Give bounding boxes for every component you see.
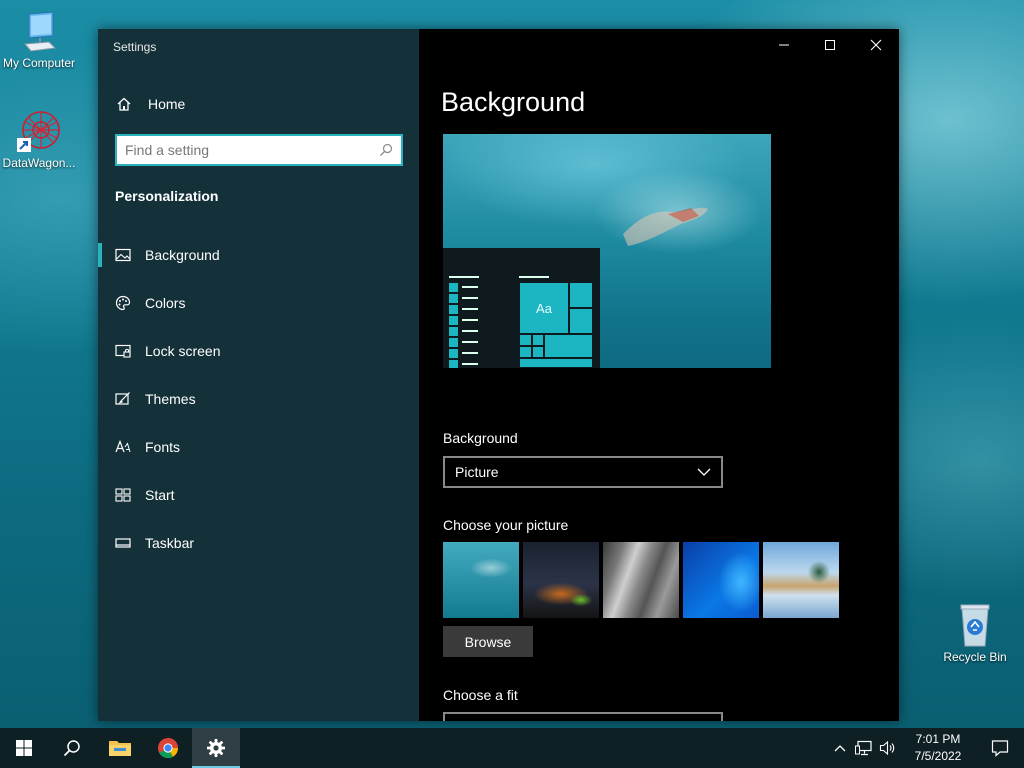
close-icon: [870, 39, 882, 51]
background-dropdown[interactable]: Picture: [443, 456, 723, 488]
section-title: Personalization: [115, 188, 219, 204]
nav-home-label: Home: [148, 96, 186, 112]
nav-item-colors[interactable]: Colors: [98, 279, 419, 327]
home-icon: [117, 97, 131, 111]
picture-icon: [115, 248, 131, 262]
nav-item-label: Fonts: [145, 439, 181, 455]
nav-item-lock-screen[interactable]: Lock screen: [98, 327, 419, 375]
minimize-icon: [779, 44, 789, 46]
picture-thumbnails: [443, 542, 843, 618]
nav-item-label: Themes: [145, 391, 196, 407]
preview-mini-tiles: Aa: [519, 282, 593, 368]
fonts-icon: [115, 439, 131, 453]
preview-mini-sidebar: [449, 282, 478, 368]
choose-picture-label: Choose your picture: [443, 517, 569, 533]
start-button[interactable]: [0, 728, 48, 768]
nav-list: Background Colors Lock screen Themes Fon…: [98, 231, 419, 567]
desktop-icon-my-computer[interactable]: My Computer: [0, 10, 79, 70]
close-button[interactable]: [853, 29, 899, 61]
chevron-up-icon: [834, 745, 846, 752]
picture-thumbnail-night-sky[interactable]: [523, 542, 599, 618]
nav-item-themes[interactable]: Themes: [98, 375, 419, 423]
app-title: Settings: [113, 40, 157, 54]
network-sphere-icon: [17, 111, 60, 152]
windows-logo-icon: [16, 740, 32, 756]
maximize-icon: [825, 40, 835, 50]
speaker-icon: [879, 740, 895, 756]
picture-thumbnail-underwater[interactable]: [443, 542, 519, 618]
desktop-icon-label: My Computer: [2, 56, 76, 70]
gear-icon: [207, 739, 225, 757]
start-icon: [115, 488, 131, 502]
nav-item-fonts[interactable]: Fonts: [98, 423, 419, 471]
volume-button[interactable]: [876, 728, 900, 768]
choose-fit-label: Choose a fit: [443, 687, 518, 703]
browse-button[interactable]: Browse: [443, 626, 533, 657]
background-preview: Aa: [443, 134, 771, 368]
picture-thumbnail-windows[interactable]: [683, 542, 759, 618]
recycle-bin-icon: [960, 604, 990, 647]
nav-home[interactable]: Home: [98, 89, 419, 119]
chevron-down-icon: [697, 468, 711, 476]
picture-thumbnail-waterfall[interactable]: [603, 542, 679, 618]
clock-time: 7:01 PM: [915, 732, 961, 746]
palette-icon: [115, 295, 131, 311]
preview-mini-window: Aa: [443, 248, 600, 368]
background-label: Background: [443, 430, 518, 446]
chrome-button[interactable]: [144, 728, 192, 768]
minimize-button[interactable]: [761, 29, 807, 61]
search-icon: [380, 143, 393, 156]
desktop-icon-label: Recycle Bin: [943, 650, 1007, 664]
nav-item-label: Background: [145, 247, 220, 263]
window-controls: [761, 29, 899, 61]
fit-dropdown[interactable]: [443, 712, 723, 721]
content-pane: Background Aa Background Picture Choose …: [419, 29, 899, 721]
background-dropdown-value: Picture: [455, 464, 499, 480]
settings-window: Settings Home Personalization Backg: [98, 29, 899, 721]
search-icon: [63, 740, 80, 757]
desktop-icon-recycle-bin[interactable]: Recycle Bin: [935, 602, 1015, 664]
clock-date: 7/5/2022: [914, 749, 962, 763]
preview-mini-line: [519, 276, 549, 278]
show-hidden-icons-button[interactable]: [828, 728, 852, 768]
themes-icon: [115, 392, 130, 405]
network-button[interactable]: [852, 728, 876, 768]
action-center-button[interactable]: [976, 728, 1024, 768]
network-icon: [855, 740, 872, 756]
nav-item-taskbar[interactable]: Taskbar: [98, 519, 419, 567]
search-input[interactable]: [125, 142, 379, 158]
taskbar-icon: [115, 538, 131, 548]
system-tray: 7:01 PM 7/5/2022: [828, 728, 1024, 768]
notification-icon: [991, 740, 1009, 757]
nav-item-label: Colors: [145, 295, 186, 311]
settings-taskbar-button[interactable]: [192, 728, 240, 768]
chrome-icon: [158, 738, 179, 759]
folder-icon: [109, 741, 131, 756]
nav-item-label: Taskbar: [145, 535, 195, 551]
lock-screen-icon: [115, 344, 131, 358]
nav-item-label: Lock screen: [145, 343, 221, 359]
file-explorer-button[interactable]: [96, 728, 144, 768]
maximize-button[interactable]: [807, 29, 853, 61]
taskbar: 7:01 PM 7/5/2022: [0, 728, 1024, 768]
taskbar-search-button[interactable]: [48, 728, 96, 768]
clock[interactable]: 7:01 PM 7/5/2022: [900, 731, 976, 765]
nav-item-label: Start: [145, 487, 175, 503]
preview-sample-tile: Aa: [519, 282, 569, 334]
nav-item-start[interactable]: Start: [98, 471, 419, 519]
nav-item-background[interactable]: Background: [98, 231, 419, 279]
desktop-icon-datawagon[interactable]: DataWagon...: [0, 108, 79, 170]
desktop-icon-label: DataWagon...: [2, 156, 76, 170]
preview-mini-line: [449, 276, 479, 278]
search-box[interactable]: [115, 134, 403, 166]
page-title: Background: [441, 87, 586, 117]
nav-pane: Settings Home Personalization Backg: [98, 29, 419, 721]
picture-thumbnail-beach[interactable]: [763, 542, 839, 618]
computer-icon: [23, 11, 57, 52]
